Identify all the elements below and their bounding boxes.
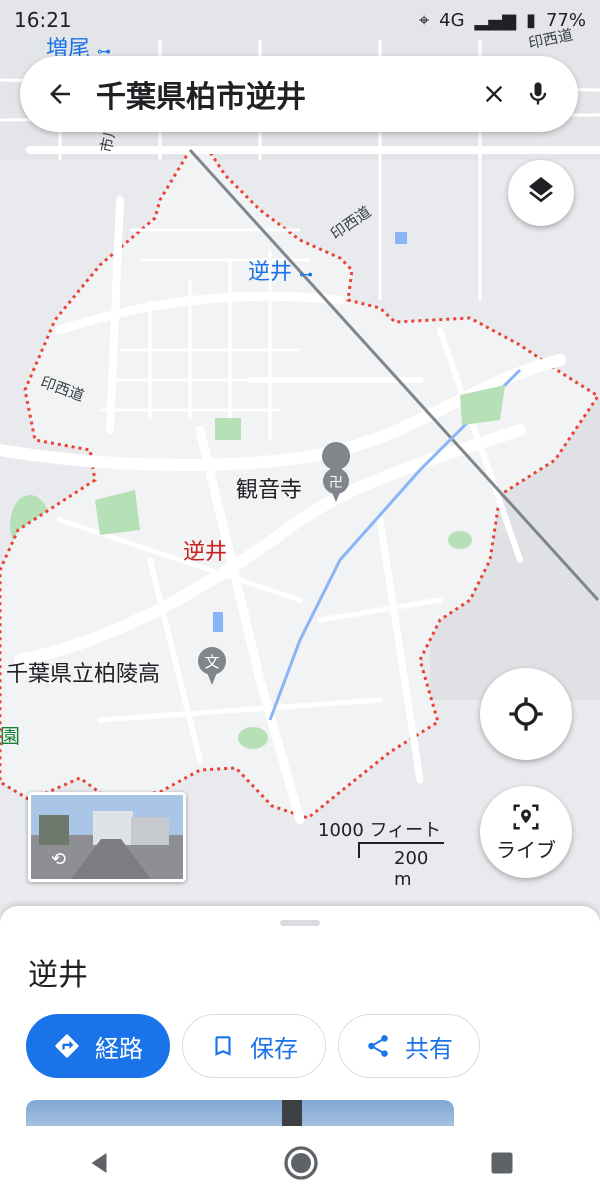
area-name-label: 逆井 <box>183 540 228 565</box>
share-button[interactable]: 共有 <box>338 1014 480 1078</box>
layers-icon <box>529 177 553 203</box>
crosshair-icon <box>509 697 543 731</box>
live-view-icon <box>513 804 539 829</box>
save-label: 保存 <box>250 1034 298 1063</box>
bookmark-icon <box>215 1036 231 1056</box>
place-sheet[interactable]: 逆井 経路 保存 共有 <box>0 906 600 1130</box>
layers-button[interactable] <box>508 160 574 226</box>
live-view-label: ライブ <box>496 837 556 862</box>
rotate-360-icon: ⟲ <box>51 849 67 870</box>
temple-label[interactable]: 観音寺 <box>236 472 302 504</box>
school-label[interactable]: 千葉県立柏陵高 <box>6 656 160 688</box>
status-time: 16:21 <box>14 8 72 32</box>
train-icon: ⊶ <box>299 267 314 283</box>
map-scale: 1000 フィート 200 m <box>318 816 444 890</box>
park-label: 園 <box>0 724 20 748</box>
system-nav-bar <box>0 1126 600 1200</box>
live-view-button[interactable]: ライブ <box>480 786 572 878</box>
close-icon[interactable] <box>472 72 516 116</box>
battery-level: 77% <box>545 9 586 31</box>
directions-label: 経路 <box>95 1034 143 1063</box>
location-icon: ⌖ <box>419 9 430 31</box>
nav-back-icon[interactable] <box>84 1148 114 1178</box>
microphone-icon[interactable] <box>516 72 560 116</box>
search-bar[interactable]: 千葉県柏市逆井 <box>20 56 578 132</box>
nav-home-icon[interactable] <box>281 1143 321 1183</box>
street-view-thumbnail[interactable]: ⟲ <box>28 792 186 882</box>
scale-imperial: 1000 フィート <box>318 820 442 841</box>
share-icon <box>368 1035 388 1057</box>
network-type: 4G <box>439 9 465 31</box>
scale-metric: 200 m <box>394 848 429 890</box>
status-bar: 16:21 ⌖ 4G ▂▄▆ ▮ 77% <box>0 0 600 40</box>
drag-handle[interactable] <box>280 920 320 926</box>
save-button[interactable]: 保存 <box>182 1014 326 1078</box>
search-query[interactable]: 千葉県柏市逆井 <box>96 72 472 116</box>
my-location-button[interactable] <box>480 668 572 760</box>
battery-icon: ▮ <box>526 9 536 31</box>
nav-recents-icon[interactable] <box>488 1149 516 1177</box>
directions-button[interactable]: 経路 <box>26 1014 170 1078</box>
place-title: 逆井 <box>28 958 88 993</box>
signal-icon: ▂▄▆ <box>474 9 517 31</box>
station-label-sakasai[interactable]: 逆井 ⊶ <box>248 254 313 286</box>
svg-text:文: 文 <box>204 653 219 671</box>
share-label: 共有 <box>405 1034 453 1063</box>
directions-icon <box>55 1034 79 1058</box>
back-arrow-icon[interactable] <box>38 72 82 116</box>
svg-text:卍: 卍 <box>329 475 343 491</box>
